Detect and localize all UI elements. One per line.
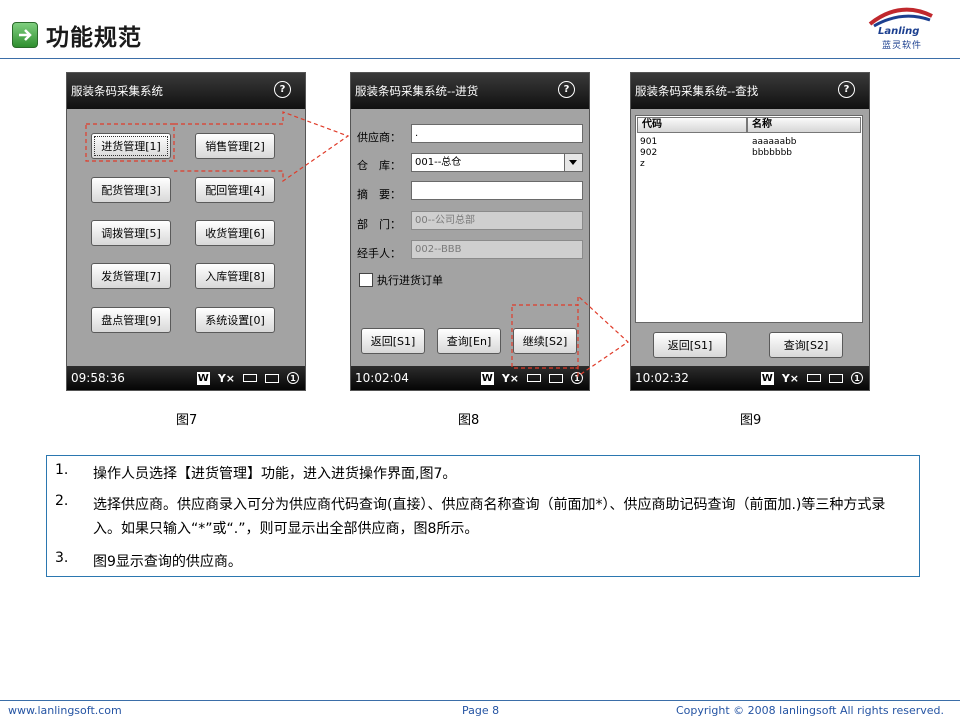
highlight-box-2 [511,304,579,369]
caption-fig7: 图7 [176,413,198,428]
callout-arrow-2 [575,294,629,378]
note-number: 2. [55,493,69,509]
footer-rule [0,700,960,701]
callout-arrows [85,111,629,378]
note-number: 3. [55,550,69,566]
notes-box: 1. 操作人员选择【进货管理】功能，进入进货操作界面,图7。 2. 选择供应商。… [46,455,920,577]
caption-fig8: 图8 [458,413,480,428]
copyright: Copyright © 2008 lanlingsoft All rights … [675,704,944,717]
note-text: 选择供应商。供应商录入可分为供应商代码查询(直接）、供应商名称查询（前面加*）、… [93,497,886,537]
highlight-box-1 [85,123,175,162]
note-text: 图9显示查询的供应商。 [93,554,242,570]
caption-fig9: 图9 [740,413,762,428]
callout-arrow-1 [174,111,350,183]
note-number: 1. [55,462,69,478]
footer-website-link[interactable]: www.lanlingsoft.com [8,704,122,717]
page-number: Page 8 [462,704,500,717]
note-text: 操作人员选择【进货管理】功能，进入进货操作界面,图7。 [93,466,457,482]
